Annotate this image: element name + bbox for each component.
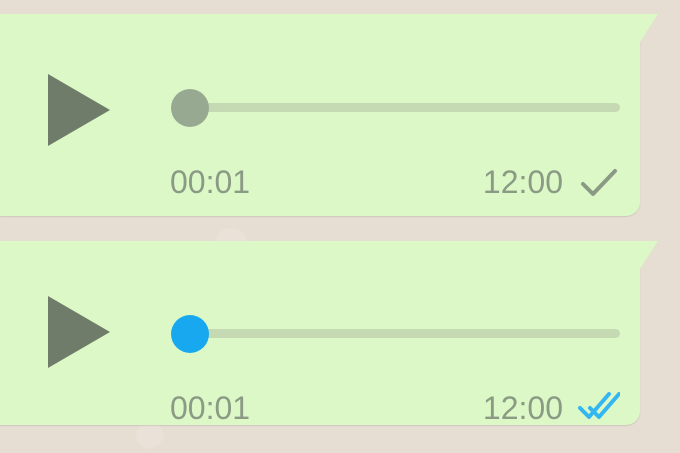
message-time: 12:00: [482, 164, 563, 200]
audio-progress-track[interactable]: [171, 315, 620, 353]
audio-progress-knob[interactable]: [171, 89, 209, 127]
play-icon: [48, 74, 110, 146]
audio-progress-knob[interactable]: [171, 315, 209, 353]
voice-duration: 00:01: [170, 390, 251, 426]
voice-message-bubble-read[interactable]: 00:01 12:00: [0, 241, 658, 426]
audio-progress-track[interactable]: [171, 89, 620, 127]
double-check-icon: [578, 392, 620, 419]
play-button[interactable]: [48, 296, 110, 368]
message-time: 12:00: [482, 390, 563, 426]
play-button[interactable]: [48, 74, 110, 146]
single-check-icon: [581, 169, 617, 196]
play-icon: [48, 296, 110, 368]
voice-message-bubble-sent[interactable]: 00:01 12:00: [0, 14, 658, 216]
voice-duration: 00:01: [170, 164, 251, 200]
